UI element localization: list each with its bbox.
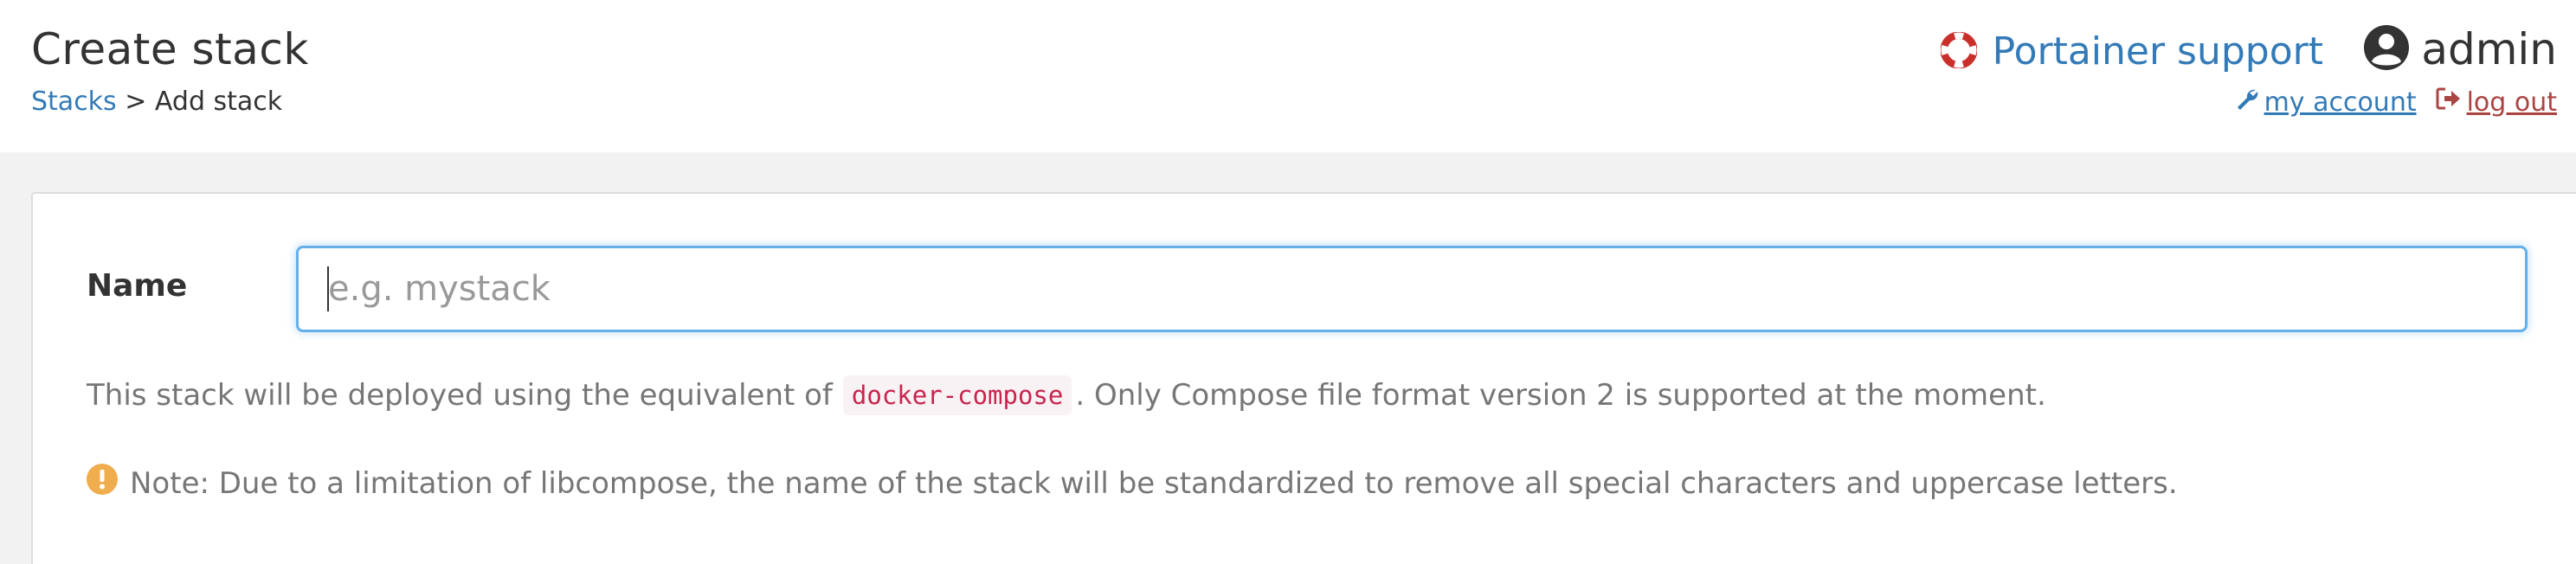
- text-caret: [327, 266, 329, 311]
- note-text: Note: Due to a limitation of libcompose,…: [130, 465, 2178, 501]
- page-header: Create stack Stacks > Add stack Portaine…: [0, 0, 2576, 152]
- deployment-description: This stack will be deployed using the eq…: [87, 375, 2046, 415]
- libcompose-note: Note: Due to a limitation of libcompose,…: [87, 464, 2178, 503]
- exclamation-circle-icon: [87, 464, 118, 503]
- description-text-before: This stack will be deployed using the eq…: [87, 378, 833, 413]
- life-ring-icon: [1940, 31, 1978, 72]
- breadcrumb-current: Add stack: [154, 87, 283, 117]
- description-text-after: . Only Compose file format version 2 is …: [1075, 378, 2046, 413]
- user-circle-icon: [2364, 25, 2410, 74]
- my-account-link[interactable]: my account: [2235, 87, 2417, 118]
- breadcrumb-stacks-link[interactable]: Stacks: [31, 87, 117, 117]
- portainer-support-link[interactable]: Portainer support: [1940, 29, 2323, 74]
- breadcrumb-separator: >: [116, 87, 155, 117]
- user-links: my account log out: [2235, 87, 2557, 118]
- breadcrumb: Stacks > Add stack: [31, 87, 282, 117]
- name-label: Name: [87, 268, 188, 304]
- user-menu: admin: [2364, 24, 2557, 74]
- page-title: Create stack: [31, 24, 309, 74]
- docker-compose-code: docker-compose: [842, 375, 1072, 415]
- support-label: Portainer support: [1992, 29, 2323, 74]
- logout-link[interactable]: log out: [2436, 87, 2557, 118]
- sign-out-icon: [2436, 87, 2462, 118]
- logout-label: log out: [2466, 87, 2557, 118]
- wrench-icon: [2235, 87, 2259, 118]
- my-account-label: my account: [2264, 87, 2417, 118]
- username: admin: [2421, 24, 2557, 74]
- stack-name-input[interactable]: [296, 246, 2528, 332]
